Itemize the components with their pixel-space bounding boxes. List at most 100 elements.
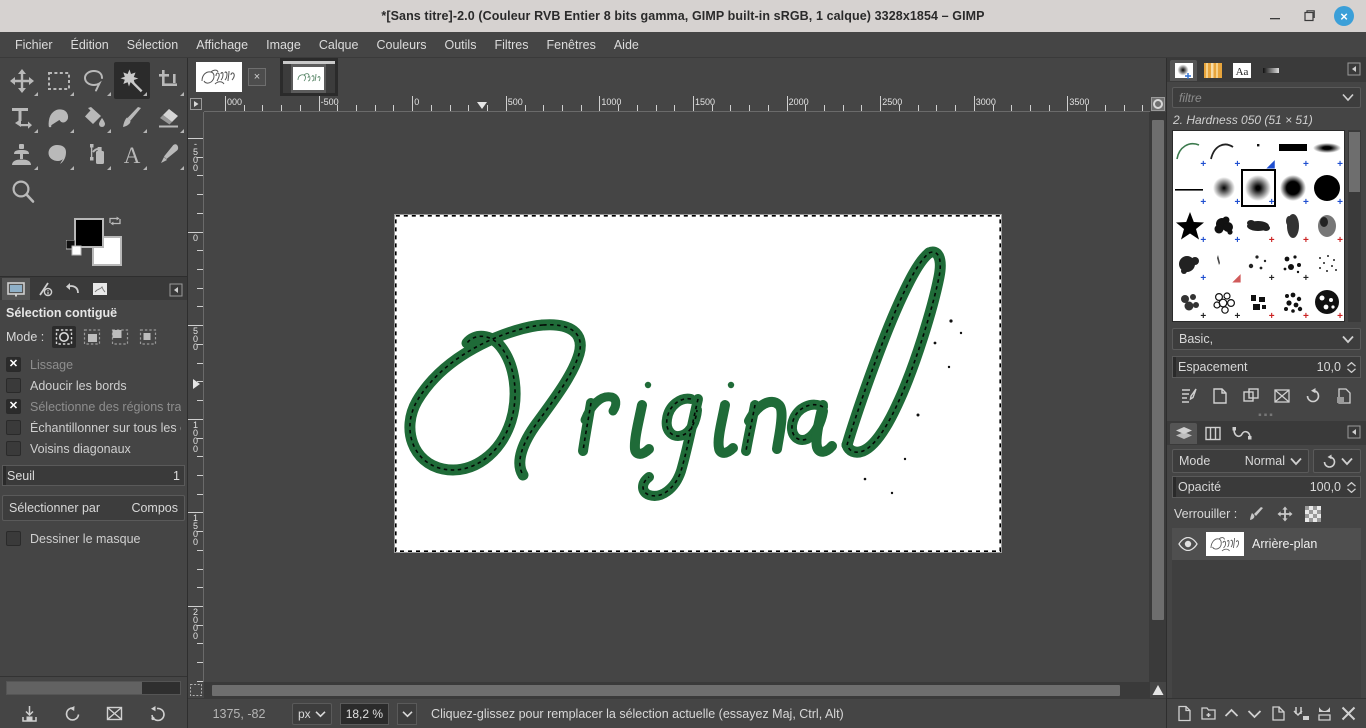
reset-colors-icon[interactable]	[66, 240, 82, 259]
close-tab-icon[interactable]: ×	[248, 68, 266, 86]
new-layer-group-icon[interactable]	[1200, 705, 1217, 722]
brush-filter-input[interactable]: filtre	[1172, 87, 1361, 108]
brush-item[interactable]: +	[1207, 283, 1241, 321]
layer-visibility-icon[interactable]	[1178, 537, 1198, 551]
brush-item[interactable]	[1173, 321, 1207, 322]
brush-dock-menu-icon[interactable]	[1347, 62, 1361, 79]
menu-couleurs[interactable]: Couleurs	[367, 35, 435, 55]
menu-fichier[interactable]: Fichier	[6, 35, 62, 55]
add-mode-button[interactable]	[80, 326, 104, 348]
threshold-slider[interactable]: Seuil 1	[2, 465, 185, 486]
select-by-combo[interactable]: Sélectionner par Compos	[2, 495, 185, 521]
lock-pixels-icon[interactable]	[1249, 506, 1265, 522]
edit-brush-icon[interactable]	[1180, 387, 1198, 405]
option-dessiner-le-masque[interactable]: Dessiner le masque	[0, 528, 187, 549]
minimize-icon[interactable]	[1266, 7, 1284, 25]
smudge-tool[interactable]	[41, 136, 78, 173]
brush-item[interactable]: +	[1276, 283, 1310, 321]
brush-item[interactable]: ◢	[1207, 245, 1241, 283]
layer-row[interactable]: Arrière-plan	[1172, 528, 1361, 560]
brush-item[interactable]	[1310, 245, 1344, 283]
gradients-tab[interactable]	[1257, 60, 1284, 81]
layer-dock-menu-icon[interactable]	[1347, 425, 1361, 442]
brush-item[interactable]: +	[1241, 207, 1275, 245]
option-echantillonner-tous-calques[interactable]: Échantillonner sur tous les calq	[0, 417, 187, 438]
option-lissage[interactable]: ✕ Lissage	[0, 354, 187, 375]
lock-alpha-icon[interactable]	[1305, 506, 1321, 522]
brush-item[interactable]: ◢	[1241, 131, 1275, 169]
horizontal-ruler[interactable]: 000-50005001000150020002500300035004000	[204, 96, 1150, 112]
zoom-tool[interactable]	[4, 173, 41, 210]
brush-item[interactable]: +	[1173, 169, 1207, 207]
new-brush-icon[interactable]	[1211, 387, 1229, 405]
intersect-mode-button[interactable]	[136, 326, 160, 348]
checkbox-voisins-diagonaux[interactable]	[6, 441, 21, 456]
images-tab[interactable]	[86, 278, 114, 300]
crop-tool[interactable]	[150, 62, 187, 99]
brush-item[interactable]: +	[1207, 169, 1241, 207]
menu-aide[interactable]: Aide	[605, 35, 648, 55]
brush-item[interactable]	[1276, 321, 1310, 322]
undo-history-tab[interactable]	[58, 278, 86, 300]
brush-item[interactable]: +	[1310, 169, 1344, 207]
clone-tool[interactable]	[4, 136, 41, 173]
brush-spacing-spinner[interactable]: Espacement 10,0	[1172, 356, 1361, 378]
checkbox-adoucir-les-bords[interactable]	[6, 378, 21, 393]
unit-selector[interactable]: px	[292, 703, 332, 725]
channels-tab[interactable]	[1199, 423, 1226, 444]
restore-options-icon[interactable]	[64, 705, 81, 722]
maximize-icon[interactable]	[1300, 7, 1318, 25]
quick-mask-toggle[interactable]	[188, 682, 204, 698]
refresh-brushes-icon[interactable]	[1304, 387, 1322, 405]
anchor-layer-icon[interactable]	[1293, 705, 1310, 722]
brush-item[interactable]	[1241, 321, 1275, 322]
spinner-arrows[interactable]	[1345, 482, 1358, 493]
checkbox-echantillonner-tous-calques[interactable]	[6, 420, 21, 435]
subtract-mode-button[interactable]	[108, 326, 132, 348]
navigation-preview-icon[interactable]	[1150, 682, 1166, 698]
layer-mode-switcher-button[interactable]	[1313, 449, 1361, 473]
brush-item[interactable]: +	[1276, 169, 1310, 207]
eraser-tool[interactable]	[150, 99, 187, 136]
lower-layer-icon[interactable]	[1246, 705, 1263, 722]
brush-item[interactable]	[1310, 321, 1344, 322]
move-tool[interactable]	[4, 62, 41, 99]
menu-fenetres[interactable]: Fenêtres	[537, 35, 604, 55]
brushes-tab[interactable]	[1170, 60, 1197, 81]
option-regions-transparentes[interactable]: ✕ Sélectionne des régions transp	[0, 396, 187, 417]
duplicate-layer-icon[interactable]	[1270, 705, 1287, 722]
rectangle-select-tool[interactable]	[41, 62, 78, 99]
brush-item[interactable]: +	[1310, 131, 1344, 169]
spinner-arrows[interactable]	[1345, 362, 1358, 373]
menu-filtres[interactable]: Filtres	[485, 35, 537, 55]
layer-opacity-spinner[interactable]: Opacité 100,0	[1172, 476, 1361, 498]
device-status-tab[interactable]	[30, 278, 58, 300]
brush-item[interactable]: +	[1310, 283, 1344, 321]
menu-edition[interactable]: Édition	[62, 35, 118, 55]
transform-tool[interactable]	[4, 99, 41, 136]
new-layer-icon[interactable]	[1176, 705, 1193, 722]
path-tool[interactable]	[77, 136, 114, 173]
delete-brush-icon[interactable]	[1273, 387, 1291, 405]
brush-item[interactable]: +	[1207, 131, 1241, 169]
reset-options-icon[interactable]	[149, 705, 166, 722]
ruler-origin-toggle[interactable]	[188, 96, 204, 112]
brush-item[interactable]: +	[1173, 283, 1207, 321]
brush-item[interactable]: +	[1173, 131, 1207, 169]
checkbox-lissage[interactable]: ✕	[6, 357, 21, 372]
zoom-dropdown-button[interactable]	[397, 703, 417, 725]
document-preview-tab[interactable]	[280, 58, 338, 96]
menu-affichage[interactable]: Affichage	[187, 35, 257, 55]
layer-mode-combo[interactable]: Mode Normal	[1172, 449, 1309, 473]
delete-layer-icon[interactable]	[1340, 705, 1357, 722]
brush-item[interactable]: +	[1207, 207, 1241, 245]
layer-list[interactable]: Arrière-plan	[1172, 528, 1361, 698]
image-canvas[interactable]	[395, 215, 1001, 552]
menu-selection[interactable]: Sélection	[118, 35, 187, 55]
merge-down-icon[interactable]	[1316, 705, 1333, 722]
checkbox-dessiner-le-masque[interactable]	[6, 531, 21, 546]
option-adoucir-les-bords[interactable]: Adoucir les bords	[0, 375, 187, 396]
tool-options-tab[interactable]	[2, 278, 30, 300]
brush-grid[interactable]: + + ◢ + +	[1172, 130, 1345, 322]
image-thumbnail-tab[interactable]	[196, 62, 242, 92]
